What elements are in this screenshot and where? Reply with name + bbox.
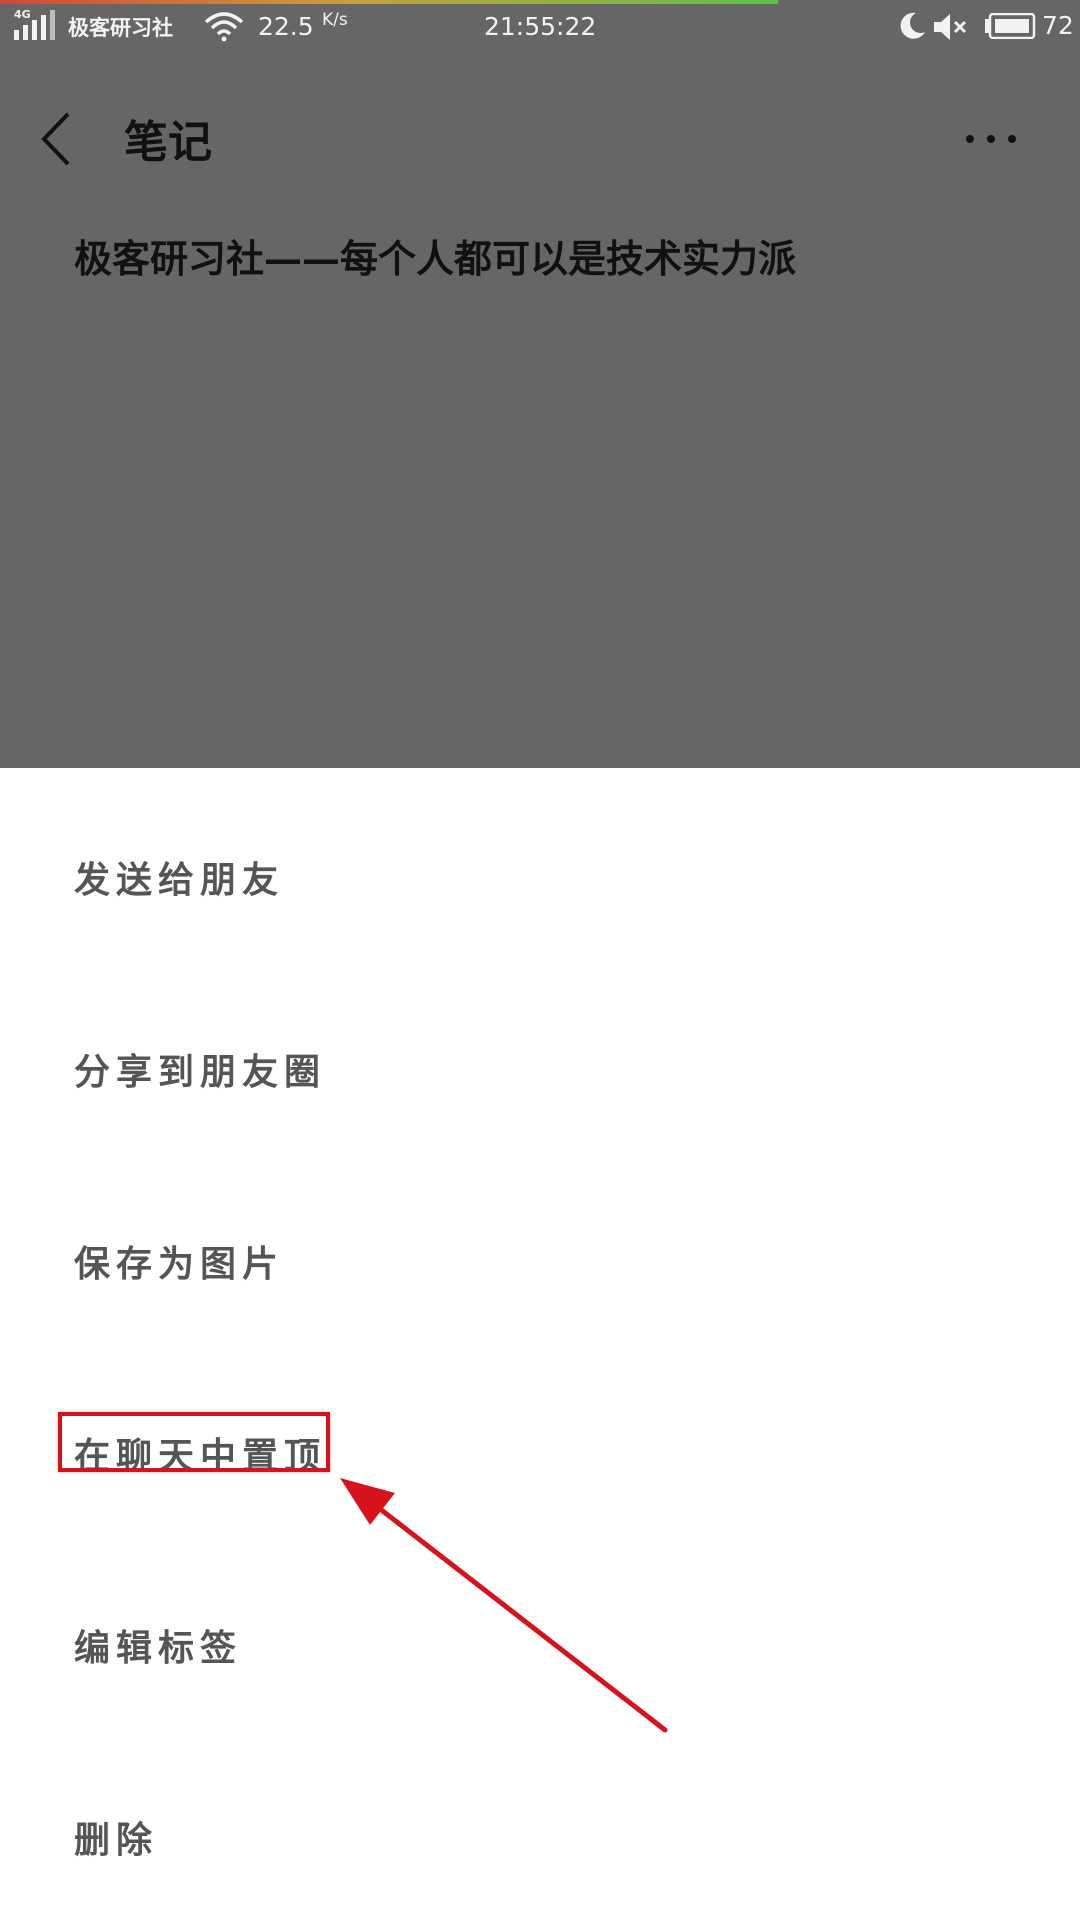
save-as-image-button[interactable]: 保存为图片	[0, 1186, 1080, 1336]
carrier-name: 极客研习社	[68, 16, 173, 40]
battery-level: 72	[1042, 11, 1074, 40]
wifi-icon	[204, 12, 244, 42]
action-sheet: 发送给朋友 分享到朋友圈 保存为图片 在聊天中置顶 编辑标签 删除	[0, 768, 1080, 1920]
do-not-disturb-moon-icon	[900, 12, 925, 39]
delete-button[interactable]: 删除	[0, 1762, 1080, 1912]
network-type-label: 4G	[14, 8, 31, 21]
send-to-friend-label: 发送给朋友	[74, 859, 285, 901]
status-bar: 4G 极客研习社 22.5 K/s 21:55:22 72	[0, 0, 1080, 54]
note-content: 极客研习社——每个人都可以是技术实力派	[74, 236, 797, 281]
save-as-image-label: 保存为图片	[74, 1243, 285, 1285]
annotation-highlight-box	[58, 1412, 330, 1472]
more-options-icon[interactable]	[960, 124, 1022, 154]
share-to-moments-button[interactable]: 分享到朋友圈	[0, 994, 1080, 1144]
delete-label: 删除	[74, 1819, 159, 1861]
edit-tags-label: 编辑标签	[74, 1627, 243, 1669]
clock: 21:55:22	[484, 12, 597, 41]
share-to-moments-label: 分享到朋友圈	[74, 1051, 327, 1093]
send-to-friend-button[interactable]: 发送给朋友	[0, 802, 1080, 952]
battery-icon	[985, 13, 1036, 39]
dimmed-note-area[interactable]: 4G 极客研习社 22.5 K/s 21:55:22 72 笔记 极客研习社——…	[0, 0, 1080, 768]
back-arrow-icon[interactable]	[34, 108, 86, 170]
mute-icon	[934, 14, 967, 40]
page-title: 笔记	[124, 117, 212, 168]
edit-tags-button[interactable]: 编辑标签	[0, 1570, 1080, 1720]
network-speed-unit: K/s	[322, 10, 348, 30]
network-speed: 22.5	[258, 12, 314, 41]
